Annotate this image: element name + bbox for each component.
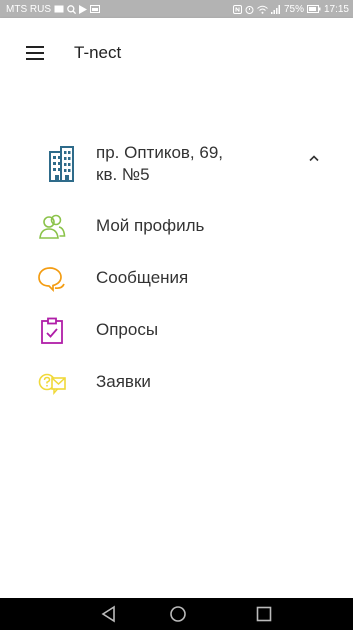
status-bar: MTS RUS 75% 17:15 <box>0 0 353 18</box>
search-notification-icon <box>67 4 76 14</box>
hamburger-menu-button[interactable] <box>19 37 51 69</box>
requests-icon <box>38 373 66 395</box>
home-circle-icon <box>170 606 186 622</box>
home-button[interactable] <box>168 604 188 624</box>
address-line-2: кв. №5 <box>96 165 150 184</box>
address-selector[interactable]: пр. Оптиков, 69, кв. №5 <box>0 138 353 198</box>
chevron-up-icon[interactable] <box>308 154 320 162</box>
play-store-icon <box>79 4 87 14</box>
menu-item-requests[interactable]: Заявки <box>0 358 353 408</box>
survey-clipboard-icon <box>41 317 63 344</box>
menu-item-label: Опросы <box>96 320 159 339</box>
system-navigation-bar <box>0 598 353 630</box>
chat-icon <box>38 267 65 293</box>
image-notification-icon <box>90 5 100 13</box>
menu-item-messages[interactable]: Сообщения <box>0 254 353 304</box>
alarm-icon <box>245 5 254 14</box>
menu-item-profile[interactable]: Мой профиль <box>0 202 353 252</box>
recents-square-icon <box>256 606 272 622</box>
app-bar: T-nect <box>0 18 353 88</box>
back-triangle-icon <box>101 605 115 623</box>
menu-item-label: Мой профиль <box>96 216 205 235</box>
menu-item-surveys[interactable]: Опросы <box>0 306 353 356</box>
back-button[interactable] <box>99 604 119 624</box>
signal-icon <box>270 4 281 14</box>
battery-percent: 75% <box>283 3 304 15</box>
clock: 17:15 <box>323 3 349 15</box>
address-line-1: пр. Оптиков, 69, <box>96 143 224 162</box>
app-title: T-nect <box>74 43 122 62</box>
address-text: пр. Оптиков, 69, кв. №5 <box>96 142 296 186</box>
battery-icon <box>306 5 321 13</box>
profile-icon <box>39 214 66 239</box>
hamburger-menu-icon <box>26 46 44 60</box>
menu-item-label: Сообщения <box>96 268 189 287</box>
sms-icon <box>54 5 64 13</box>
building-icon <box>49 146 74 182</box>
menu-item-label: Заявки <box>96 372 151 391</box>
recents-button[interactable] <box>254 604 274 624</box>
navigation-drawer: пр. Оптиков, 69, кв. №5 Мой профиль Сооб… <box>0 88 353 598</box>
wifi-icon <box>257 5 268 14</box>
nfc-icon <box>232 4 242 14</box>
carrier-label: MTS RUS <box>6 3 51 15</box>
